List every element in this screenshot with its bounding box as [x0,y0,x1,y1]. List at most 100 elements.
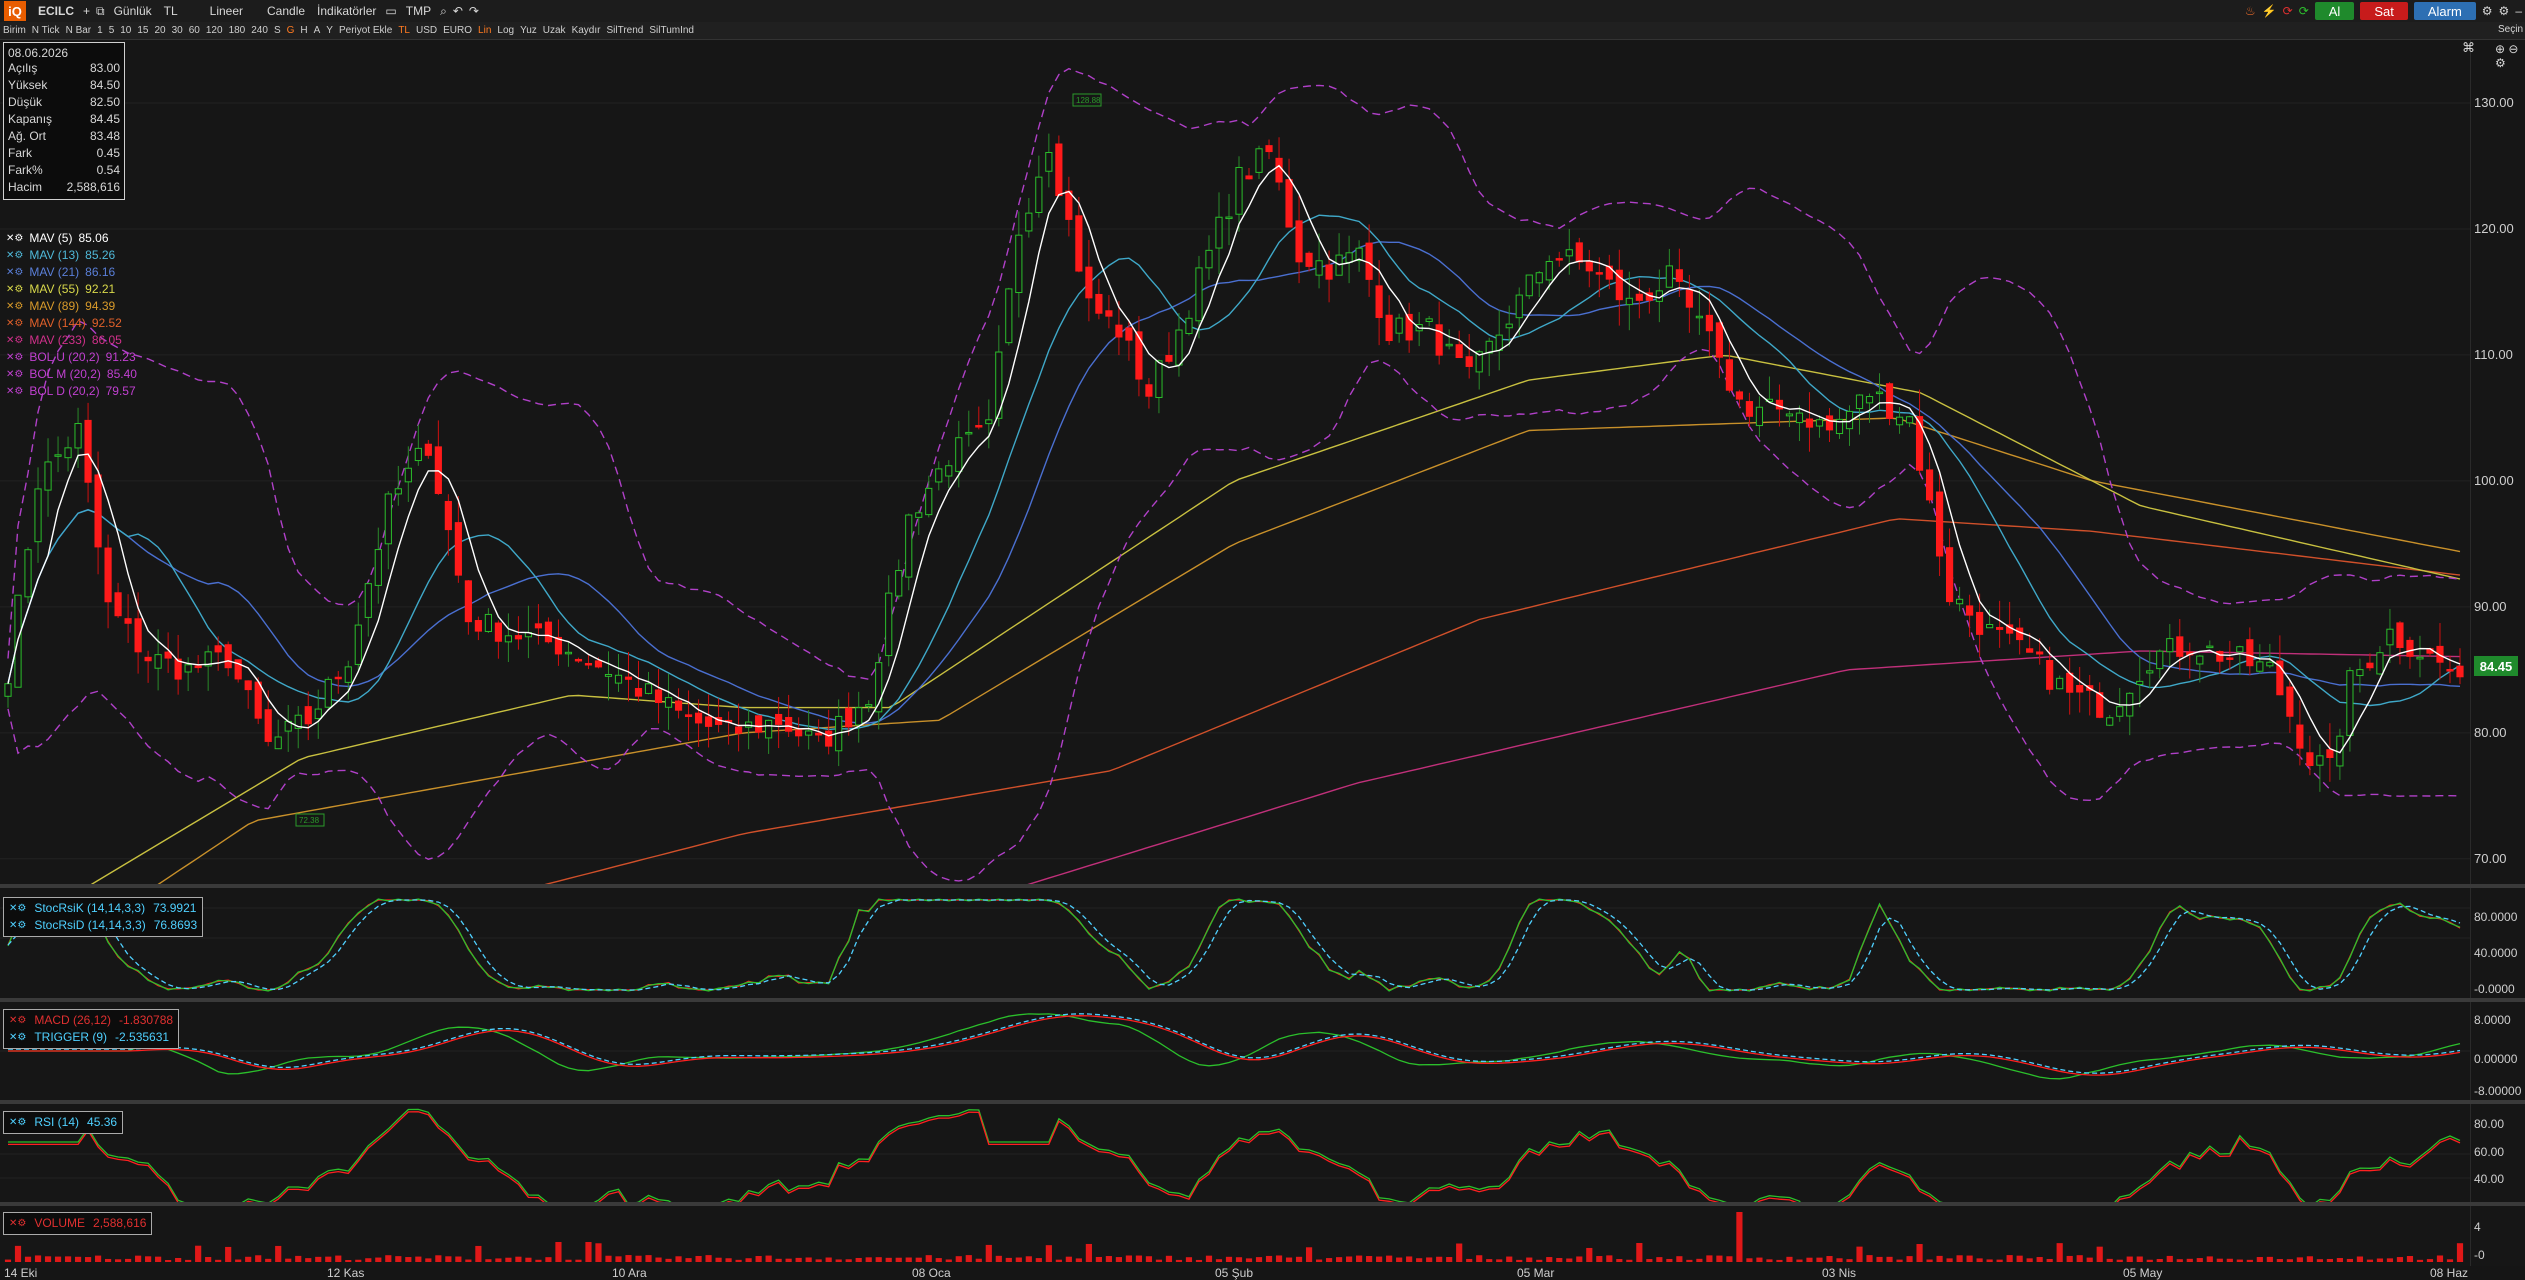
legend-item[interactable]: ✕⚙ BOL D (20,2) 79.57 [6,383,137,400]
period-option[interactable]: 15 [134,25,151,36]
period-option[interactable]: SilTrend [603,25,646,36]
external-link-icon[interactable]: ⧉ [93,4,108,19]
flame-icon[interactable]: ♨ [2242,4,2259,18]
period-option[interactable]: H [297,25,310,36]
period-option[interactable]: 240 [248,25,271,36]
period-option[interactable]: EURO [440,25,475,36]
period-option[interactable]: 60 [186,25,203,36]
period-option[interactable]: Periyot Ekle [336,25,395,36]
rsi-chart[interactable] [0,1104,2470,1225]
period-option[interactable]: 120 [203,25,226,36]
period-option[interactable]: Lin [475,25,494,36]
period-option[interactable]: SilTumInd [646,25,697,36]
period-option[interactable]: Kaydır [569,25,604,36]
legend-item[interactable]: ✕⚙ MAV (144) 92.52 [6,315,137,332]
period-option[interactable]: G [284,25,298,36]
remove-indicator-icon[interactable]: ✕⚙ [6,383,23,400]
settings-icon[interactable]: ⚙ [2496,4,2513,18]
indicators-menu[interactable]: İndikatörler [311,4,382,18]
period-option[interactable]: 5 [106,25,118,36]
template-button[interactable]: TMP [400,4,437,18]
stoch-legend-item[interactable]: ✕⚙ StocRsiD (14,14,3,3) 76.8693 [9,917,197,934]
price-axis[interactable] [2470,40,2525,884]
redo-icon[interactable]: ↷ [466,4,482,18]
legend-item[interactable]: ✕⚙ MAV (55) 92.21 [6,281,137,298]
stoch-chart[interactable] [0,888,2470,998]
remove-indicator-icon[interactable]: ✕⚙ [9,1114,26,1131]
remove-indicator-icon[interactable]: ✕⚙ [6,332,23,349]
period-option[interactable]: Uzak [540,25,569,36]
scale-selector[interactable]: Lineer [204,4,249,18]
remove-indicator-icon[interactable]: ✕⚙ [6,315,23,332]
macd-legend-item[interactable]: ✕⚙ TRIGGER (9) -2.535631 [9,1029,173,1046]
volume-panel[interactable] [0,1206,2470,1266]
chart-tools-icons[interactable]: ⊕ ⊖ ⚙ [2495,42,2525,70]
legend-name: BOL U (20,2) [29,350,100,364]
period-option[interactable]: A [311,25,324,36]
legend-item[interactable]: ✕⚙ MAV (89) 94.39 [6,298,137,315]
legend-item[interactable]: ✕⚙ MAV (233) 86.05 [6,332,137,349]
symbol-selector[interactable]: ECILC [32,4,80,18]
select-label[interactable]: Seçin [2498,24,2523,35]
legend-item[interactable]: ✕⚙ MAV (5) 85.06 [6,230,137,247]
period-option[interactable]: 180 [226,25,249,36]
add-symbol-button[interactable]: + [80,4,93,18]
remove-indicator-icon[interactable]: ✕⚙ [6,230,23,247]
currency-selector[interactable]: TL [158,4,184,18]
legend-item[interactable]: ✕⚙ BOL M (20,2) 85.40 [6,366,137,383]
period-option[interactable]: N Bar [63,25,95,36]
remove-indicator-icon[interactable]: ✕⚙ [6,366,23,383]
gear-icon[interactable]: ⚙ [2479,4,2496,18]
buy-button[interactable]: Al [2314,2,2355,20]
minimize-icon[interactable]: – [2512,4,2525,18]
remove-indicator-icon[interactable]: ✕⚙ [6,247,23,264]
chart-style-selector[interactable]: Candle [261,4,311,18]
price-chart[interactable]: 128.88 72.38 [0,40,2470,1112]
stoch-legend-item[interactable]: ✕⚙ StocRsiK (14,14,3,3) 73.9921 [9,900,197,917]
period-option[interactable]: N Tick [29,25,63,36]
remove-indicator-icon[interactable]: ✕⚙ [9,900,26,917]
rsi-legend-item[interactable]: ✕⚙ RSI (14) 45.36 [9,1114,117,1131]
chart-close-icon[interactable]: ⌘ [2462,40,2475,56]
status-icon[interactable]: ⟳ [2296,4,2312,18]
period-option[interactable]: S [271,25,284,36]
stoch-panel[interactable] [0,888,2470,998]
period-option[interactable]: 20 [152,25,169,36]
period-option[interactable]: Y [323,25,336,36]
remove-indicator-icon[interactable]: ✕⚙ [9,1012,26,1029]
period-option[interactable]: 30 [169,25,186,36]
search-icon[interactable]: ⌕ [437,4,450,19]
remove-indicator-icon[interactable]: ✕⚙ [9,1029,26,1046]
period-option[interactable]: Yuz [517,25,540,36]
folder-icon[interactable]: ▭ [382,4,399,18]
legend-item[interactable]: ✕⚙ MAV (21) 86.16 [6,264,137,281]
volume-bar [655,1257,662,1262]
period-selector[interactable]: Günlük [108,4,158,18]
undo-icon[interactable]: ↶ [450,4,466,18]
period-option[interactable]: 10 [117,25,134,36]
price-panel[interactable]: 128.88 72.38 [0,40,2470,1112]
remove-indicator-icon[interactable]: ✕⚙ [6,349,23,366]
volume-chart[interactable] [0,1206,2470,1266]
lightning-icon[interactable]: ⚡ [2259,4,2280,18]
sell-button[interactable]: Sat [2360,2,2408,20]
refresh-icon[interactable]: ⟳ [2280,4,2296,18]
period-option[interactable]: Birim [0,25,29,36]
macd-chart[interactable] [0,1002,2470,1100]
period-option[interactable]: Log [494,25,517,36]
remove-indicator-icon[interactable]: ✕⚙ [9,1215,26,1232]
alarm-button[interactable]: Alarm [2413,2,2476,20]
volume-legend-item[interactable]: ✕⚙ VOLUME 2,588,616 [9,1215,146,1232]
period-option[interactable]: TL [395,25,413,36]
remove-indicator-icon[interactable]: ✕⚙ [9,917,26,934]
remove-indicator-icon[interactable]: ✕⚙ [6,281,23,298]
macd-legend-item[interactable]: ✕⚙ MACD (26,12) -1.830788 [9,1012,173,1029]
rsi-panel[interactable] [0,1104,2470,1225]
period-option[interactable]: USD [413,25,440,36]
period-option[interactable]: 1 [94,25,106,36]
remove-indicator-icon[interactable]: ✕⚙ [6,298,23,315]
legend-item[interactable]: ✕⚙ MAV (13) 85.26 [6,247,137,264]
legend-item[interactable]: ✕⚙ BOL U (20,2) 91.23 [6,349,137,366]
macd-panel[interactable] [0,1002,2470,1100]
remove-indicator-icon[interactable]: ✕⚙ [6,264,23,281]
